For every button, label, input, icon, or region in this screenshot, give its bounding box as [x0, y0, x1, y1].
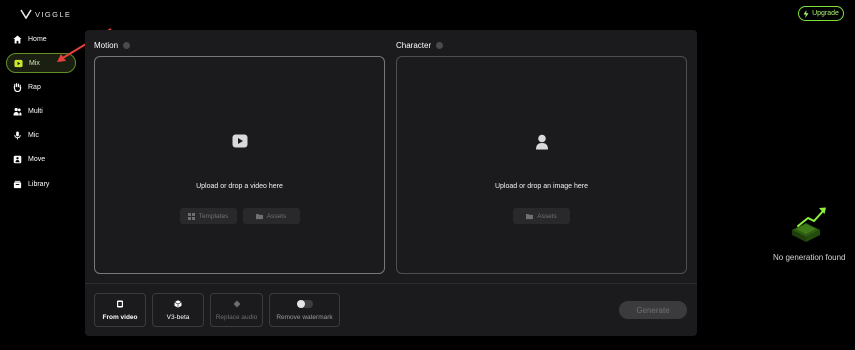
no-generation-icon — [792, 207, 826, 242]
character-assets-button[interactable]: Assets — [513, 208, 570, 224]
folder-icon — [255, 213, 263, 219]
motion-assets-button[interactable]: Assets — [242, 208, 300, 224]
replace-audio-label: Replace audio — [215, 313, 258, 321]
cube-icon — [174, 299, 182, 308]
generate-button[interactable]: Generate — [619, 301, 687, 319]
divider — [85, 283, 697, 284]
hand-icon — [13, 83, 22, 92]
folder-icon — [526, 213, 534, 219]
sidebar-item-mix[interactable]: Mix — [6, 53, 76, 74]
home-icon — [13, 34, 22, 44]
from-video-option[interactable]: From video — [94, 293, 146, 327]
assets-label: Assets — [537, 212, 557, 220]
v3-beta-label: V3-beta — [166, 313, 190, 321]
character-header: Character — [396, 41, 444, 50]
sidebar-item-mic[interactable]: Mic — [6, 126, 76, 146]
sidebar-item-label: Library — [28, 180, 50, 188]
remove-watermark-label: Remove watermark — [276, 313, 333, 321]
character-pills: Assets — [397, 208, 686, 224]
assets-label: Assets — [266, 212, 287, 220]
templates-button[interactable]: Templates — [179, 208, 237, 224]
sidebar-item-home[interactable]: Home — [6, 29, 76, 49]
sidebar-item-label: Multi — [28, 108, 43, 116]
user-icon — [535, 134, 548, 150]
bolt-icon — [803, 9, 809, 18]
info-icon[interactable] — [436, 42, 444, 49]
watermark-toggle[interactable] — [296, 299, 313, 308]
motion-title: Motion — [94, 41, 119, 50]
person-icon — [13, 156, 22, 164]
video-icon — [232, 134, 247, 148]
motion-pills: Templates Assets — [95, 208, 384, 224]
info-icon[interactable] — [123, 42, 131, 49]
sidebar-item-multi[interactable]: Multi — [6, 102, 76, 122]
sidebar-item-label: Move — [28, 156, 46, 164]
replace-audio-option[interactable]: Replace audio — [210, 293, 263, 327]
motion-header: Motion — [94, 41, 131, 50]
empty-state-text: No generation found — [773, 253, 846, 262]
film-icon — [117, 300, 123, 307]
remove-watermark-option[interactable]: Remove watermark — [269, 293, 340, 327]
v3-beta-option[interactable]: V3-beta — [152, 293, 204, 327]
motion-dropzone[interactable]: Upload or drop a video here Templates As… — [94, 56, 385, 274]
sidebar-item-rap[interactable]: Rap — [6, 77, 76, 97]
sidebar-item-label: Rap — [28, 83, 41, 91]
sidebar-item-label: Mic — [28, 132, 39, 140]
people-icon — [13, 107, 22, 116]
templates-label: Templates — [198, 212, 229, 220]
character-upload-text: Upload or drop an image here — [494, 183, 588, 190]
upgrade-label: Upgrade — [812, 10, 839, 17]
generation-options: From video V3-beta Replace audio Remove … — [94, 293, 340, 327]
audio-icon — [233, 300, 240, 307]
sidebar-item-move[interactable]: Move — [6, 150, 76, 170]
sidebar-item-label: Mix — [29, 59, 40, 67]
mix-panel: Motion Character Upload or drop a video … — [85, 30, 697, 336]
viggle-v-logo — [20, 9, 32, 19]
from-video-label: From video — [102, 313, 138, 321]
grid-icon — [187, 212, 195, 220]
upgrade-button[interactable]: Upgrade — [798, 6, 844, 21]
sidebar-item-label: Home — [28, 35, 47, 43]
library-icon — [13, 180, 22, 188]
mic-icon — [14, 131, 21, 140]
brand-name: VIGGLE — [35, 9, 72, 19]
sidebar-item-library[interactable]: Library — [6, 174, 76, 194]
play-icon — [14, 59, 23, 67]
character-dropzone[interactable]: Upload or drop an image here Assets — [396, 56, 687, 274]
motion-upload-text: Upload or drop a video here — [196, 183, 283, 190]
sidebar: Home Mix Rap Multi Mic Move Library — [6, 29, 76, 198]
character-title: Character — [396, 41, 432, 50]
brand-logo[interactable]: VIGGLE — [20, 9, 71, 19]
